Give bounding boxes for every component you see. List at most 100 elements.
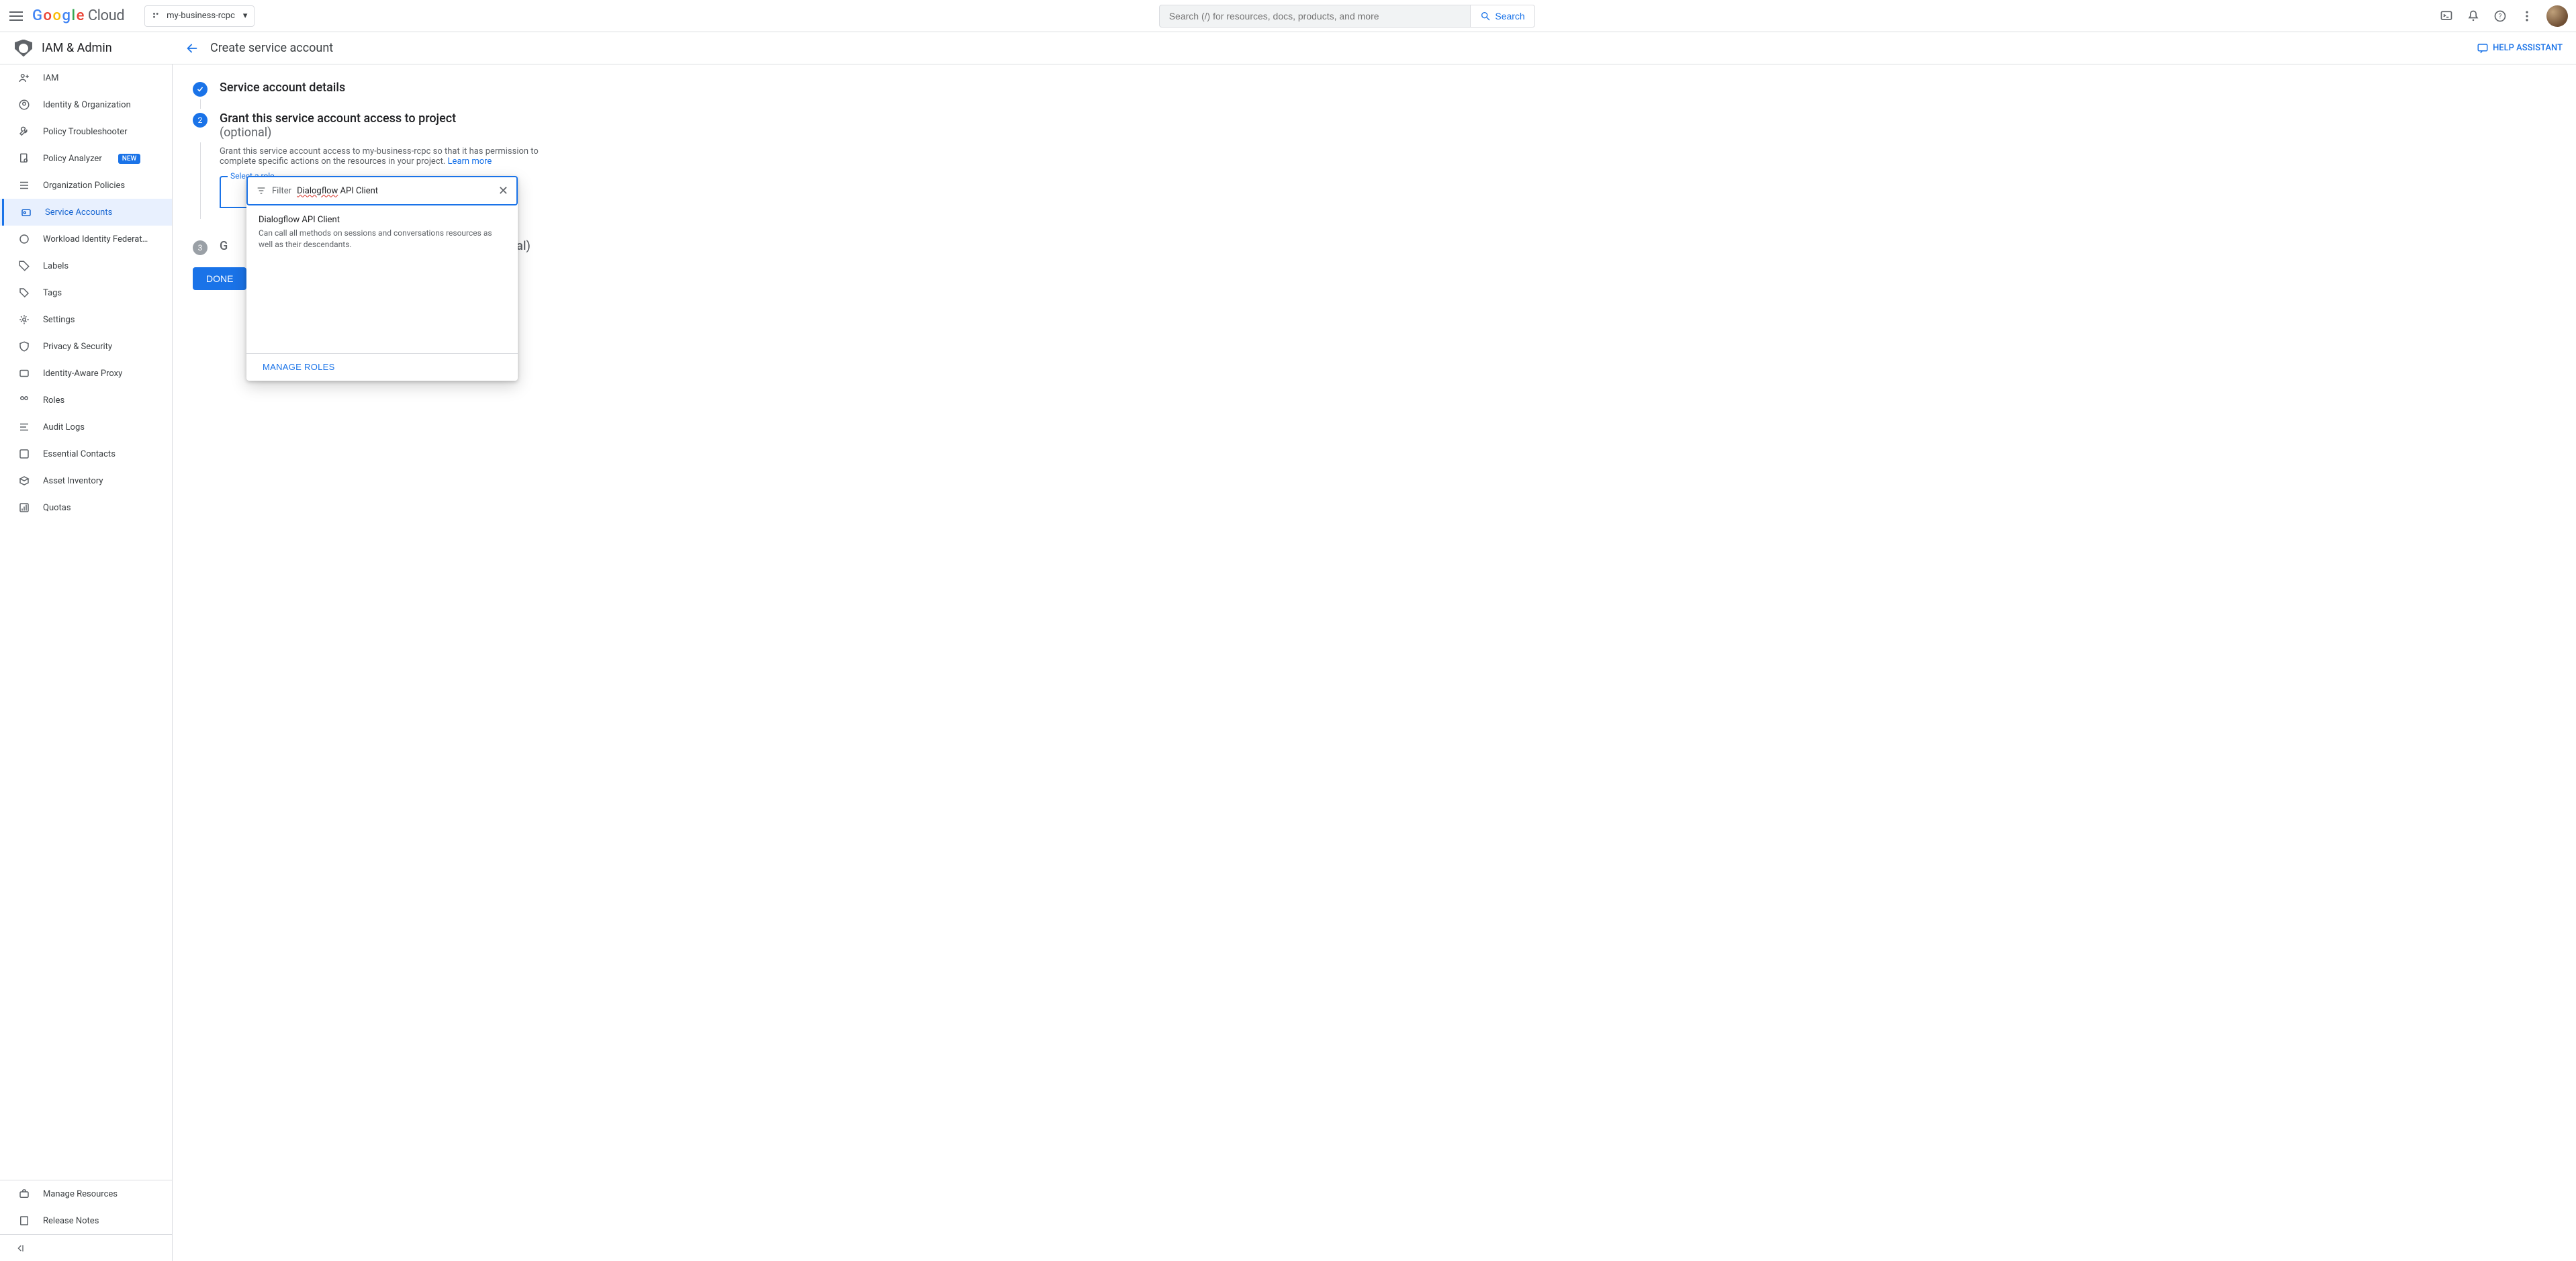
- role-filter-input[interactable]: Dialogflow API Client: [297, 186, 493, 196]
- roles-icon: [17, 393, 31, 407]
- logs-icon: [17, 420, 31, 434]
- quotas-icon: [17, 501, 31, 514]
- account-avatar[interactable]: [2546, 5, 2568, 27]
- search-input[interactable]: [1159, 5, 1471, 28]
- sidebar-item-privacy-security[interactable]: Privacy & Security: [0, 333, 172, 360]
- sidebar-item-tags[interactable]: Tags: [0, 279, 172, 306]
- sidebar-item-label: Asset Inventory: [43, 476, 103, 486]
- role-filter-row: Filter Dialogflow API Client ✕: [246, 176, 518, 205]
- role-row: Select a role IAM condition (optional) ?…: [220, 176, 569, 208]
- step-3-title-visible-start: G: [220, 239, 228, 253]
- hamburger-menu-icon[interactable]: [8, 8, 24, 24]
- sidebar-item-policy-analyzer[interactable]: Policy Analyzer NEW: [0, 145, 172, 172]
- sidebar-item-identity-org[interactable]: Identity & Organization: [0, 91, 172, 118]
- step-3-header: 3 G ptional): [193, 239, 2556, 255]
- document-search-icon: [17, 152, 31, 165]
- sidebar-item-label: Labels: [43, 261, 68, 271]
- step-1-header: Service account details: [193, 81, 2556, 97]
- sidebar-item-manage-resources[interactable]: Manage Resources: [0, 1180, 172, 1207]
- sidebar-item-workload-identity[interactable]: Workload Identity Federat…: [0, 226, 172, 252]
- search-button[interactable]: Search: [1470, 5, 1534, 28]
- step-2-optional: (optional): [220, 126, 456, 140]
- role-dropdown: Filter Dialogflow API Client ✕ Dialogflo…: [246, 176, 518, 381]
- search-icon: [1480, 11, 1491, 21]
- manage-roles-button[interactable]: MANAGE ROLES: [263, 362, 335, 372]
- sidebar-item-iam[interactable]: IAM: [0, 64, 172, 91]
- step-1-done-icon: [193, 82, 208, 97]
- google-cloud-logo[interactable]: Google Cloud: [32, 7, 124, 24]
- person-circle-icon: [17, 98, 31, 111]
- service-account-icon: [19, 205, 33, 219]
- sidebar-item-essential-contacts[interactable]: Essential Contacts: [0, 440, 172, 467]
- sidebar-item-labels[interactable]: Labels: [0, 252, 172, 279]
- sidebar-item-label: Policy Analyzer: [43, 154, 102, 164]
- logo-cloud-text: Cloud: [88, 7, 124, 24]
- topbar-right: ?: [2439, 5, 2568, 27]
- briefcase-icon: [17, 1187, 31, 1201]
- section-bar: IAM & Admin Create service account HELP …: [0, 32, 2576, 64]
- wrench-icon: [17, 125, 31, 138]
- sidebar-item-label: Service Accounts: [45, 207, 112, 218]
- step-2-title: Grant this service account access to pro…: [220, 111, 456, 126]
- sidebar-item-roles[interactable]: Roles: [0, 387, 172, 414]
- search-button-label: Search: [1495, 11, 1524, 21]
- sidebar: IAM Identity & Organization Policy Troub…: [0, 64, 173, 1261]
- project-name: my-business-rcpc: [167, 11, 235, 21]
- done-button[interactable]: DONE: [193, 267, 246, 290]
- page-header: Create service account HELP ASSISTANT: [173, 41, 2576, 56]
- filter-label: Filter: [272, 186, 291, 196]
- chevron-left-icon: [15, 1243, 26, 1254]
- sidebar-item-label: Identity & Organization: [43, 100, 131, 110]
- sidebar-item-service-accounts[interactable]: Service Accounts: [0, 199, 172, 226]
- sidebar-item-label: Workload Identity Federat…: [43, 234, 148, 244]
- sidebar-collapse-button[interactable]: [0, 1234, 172, 1261]
- clear-filter-icon[interactable]: ✕: [498, 184, 508, 198]
- sidebar-item-quotas[interactable]: Quotas: [0, 494, 172, 521]
- product-title: IAM & Admin: [42, 41, 112, 55]
- role-result-title: Dialogflow API Client: [259, 215, 506, 225]
- new-badge: NEW: [118, 154, 141, 164]
- list-icon: [17, 179, 31, 192]
- step-2-header: 2 Grant this service account access to p…: [193, 111, 2556, 140]
- iap-icon: [17, 367, 31, 380]
- learn-more-link[interactable]: Learn more: [448, 156, 492, 167]
- sidebar-item-label: Release Notes: [43, 1216, 99, 1226]
- sidebar-item-iap[interactable]: Identity-Aware Proxy: [0, 360, 172, 387]
- help-assistant-button[interactable]: HELP ASSISTANT: [2477, 42, 2563, 54]
- sidebar-item-policy-troubleshooter[interactable]: Policy Troubleshooter: [0, 118, 172, 145]
- sidebar-item-label: Essential Contacts: [43, 449, 116, 459]
- sidebar-item-label: Tags: [43, 288, 62, 298]
- security-icon: [17, 340, 31, 353]
- top-bar: Google Cloud my-business-rcpc ▾ Search ?: [0, 0, 2576, 32]
- sidebar-item-label: Identity-Aware Proxy: [43, 369, 122, 379]
- sidebar-item-label: Privacy & Security: [43, 342, 112, 352]
- cloud-shell-icon[interactable]: [2439, 9, 2454, 24]
- help-assistant-label: HELP ASSISTANT: [2493, 43, 2563, 53]
- sidebar-item-org-policies[interactable]: Organization Policies: [0, 172, 172, 199]
- notifications-icon[interactable]: [2466, 9, 2481, 24]
- page-title: Create service account: [210, 41, 333, 55]
- sidebar-item-label: IAM: [43, 73, 58, 83]
- tag-icon: [17, 286, 31, 299]
- svg-text:?: ?: [2499, 13, 2502, 20]
- back-arrow-icon[interactable]: [185, 41, 199, 56]
- step-2-badge: 2: [193, 113, 208, 128]
- sidebar-item-asset-inventory[interactable]: Asset Inventory: [0, 467, 172, 494]
- sidebar-item-label: Organization Policies: [43, 181, 125, 191]
- tags-icon: [17, 259, 31, 273]
- dropdown-arrow-icon: ▾: [243, 11, 248, 21]
- sidebar-item-release-notes[interactable]: Release Notes: [0, 1207, 172, 1234]
- project-dots-icon: [152, 11, 161, 21]
- search-bar: Search: [1159, 5, 1535, 28]
- more-vert-icon[interactable]: [2520, 9, 2534, 24]
- sidebar-item-audit-logs[interactable]: Audit Logs: [0, 414, 172, 440]
- chat-icon: [2477, 42, 2489, 54]
- filter-list-icon: [256, 185, 267, 196]
- project-picker[interactable]: my-business-rcpc ▾: [144, 5, 255, 27]
- contacts-icon: [17, 447, 31, 461]
- role-result-item[interactable]: Dialogflow API Client Can call all metho…: [246, 205, 518, 353]
- person-add-icon: [17, 71, 31, 85]
- sidebar-item-label: Quotas: [43, 503, 71, 513]
- sidebar-item-settings[interactable]: Settings: [0, 306, 172, 333]
- help-icon[interactable]: ?: [2493, 9, 2508, 24]
